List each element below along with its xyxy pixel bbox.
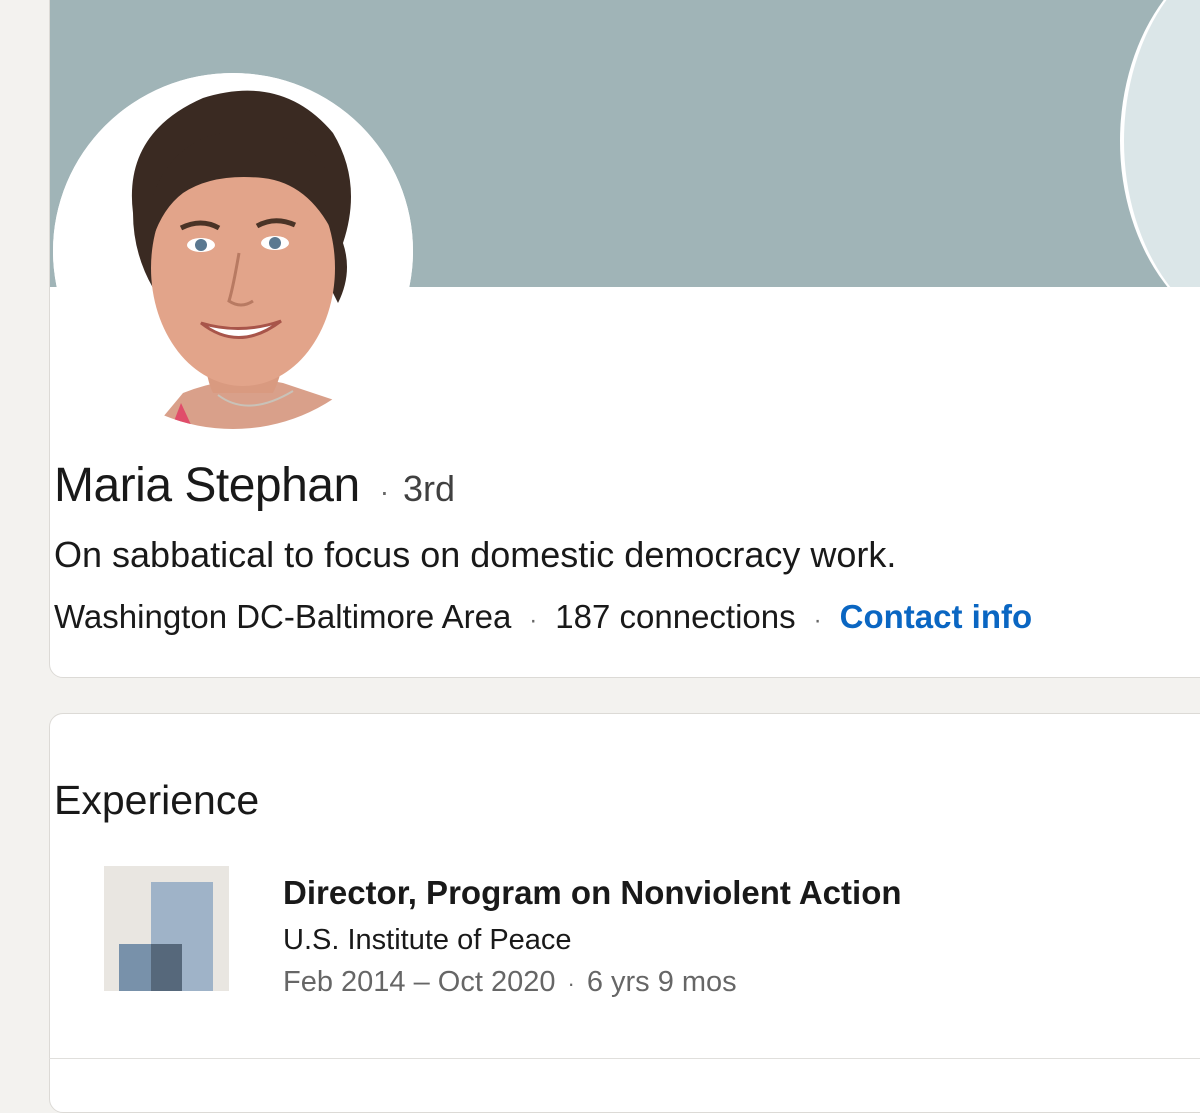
experience-duration: 6 yrs 9 mos [586,966,737,998]
experience-company-name[interactable]: U.S. Institute of Peace [283,924,572,957]
profile-avatar[interactable] [53,73,413,429]
dates-separator: · [567,971,575,996]
profile-name-row: Maria Stephan · 3rd [54,458,455,513]
profile-meta-row: Washington DC-Baltimore Area · 187 conne… [54,598,1032,636]
profile-headline: On sabbatical to focus on domestic democ… [54,534,897,575]
profile-photo-icon [53,73,413,429]
contact-info-link[interactable]: Contact info [840,598,1032,636]
logo-block-dark [151,944,182,991]
company-logo-icon[interactable] [104,866,229,991]
meta-separator: · [813,607,822,634]
experience-job-title[interactable]: Director, Program on Nonviolent Action [283,874,902,912]
profile-name: Maria Stephan [54,459,360,512]
connection-degree-badge: 3rd [403,468,456,509]
profile-location: Washington DC-Baltimore Area [54,598,512,635]
experience-divider [49,1058,1200,1059]
experience-dates-row: Feb 2014 – Oct 2020 · 6 yrs 9 mos [283,966,737,999]
experience-dates: Feb 2014 – Oct 2020 [283,966,556,998]
meta-separator: · [529,607,538,634]
banner-decoration [1120,0,1200,287]
experience-section-title: Experience [54,777,260,823]
degree-separator: · [379,476,390,507]
profile-connections[interactable]: 187 connections [555,598,795,636]
